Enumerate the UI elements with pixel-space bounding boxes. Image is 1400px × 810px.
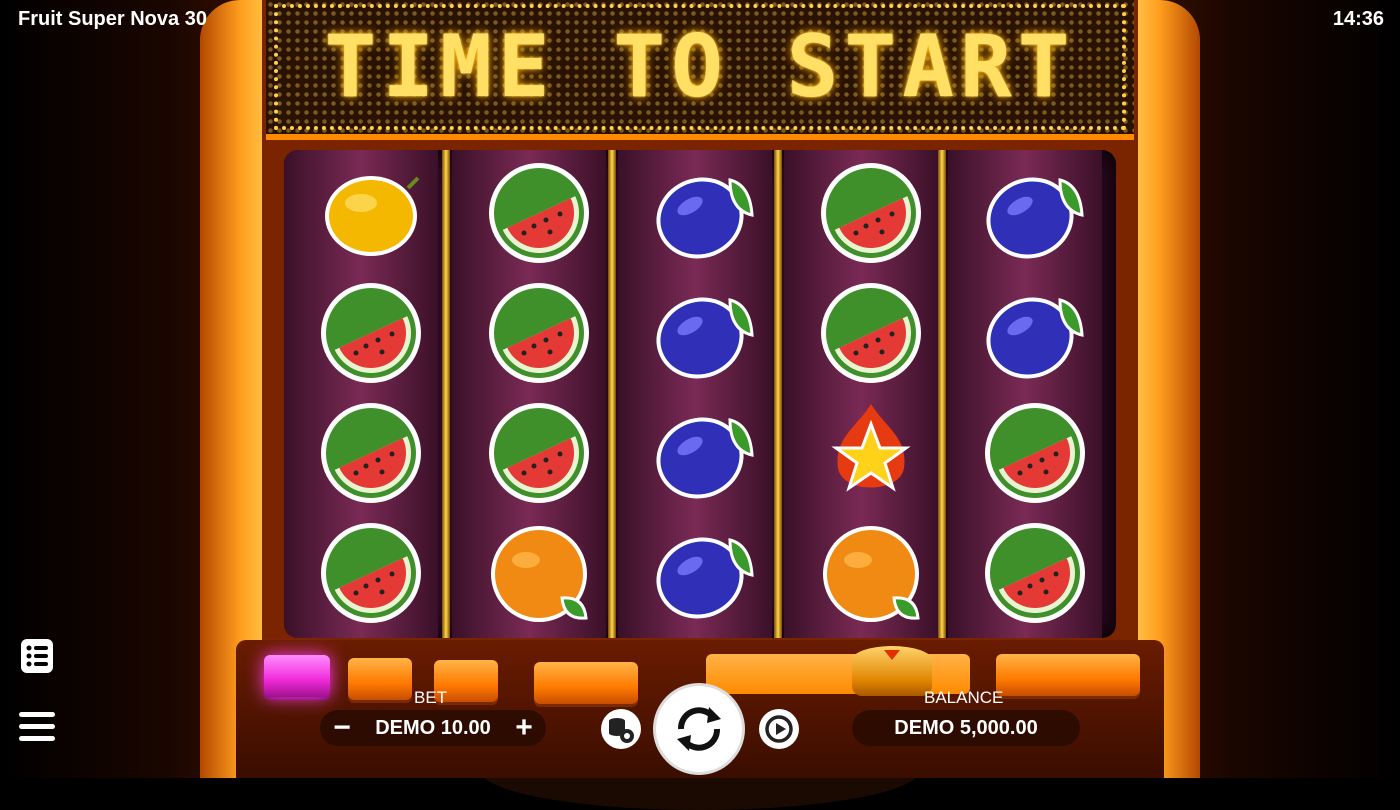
marquee-lights: TIME TO START bbox=[274, 4, 1126, 130]
marquee-text: TIME TO START bbox=[324, 17, 1076, 117]
watermelon-symbol bbox=[980, 398, 1090, 508]
reel-divider bbox=[608, 150, 616, 638]
menu-icon[interactable] bbox=[18, 710, 56, 744]
marquee-display: TIME TO START bbox=[266, 0, 1134, 140]
lemon-symbol bbox=[316, 158, 426, 268]
autoplay-icon[interactable] bbox=[758, 708, 800, 750]
watermelon-symbol bbox=[484, 158, 594, 268]
plum-symbol bbox=[650, 158, 760, 268]
plum-symbol bbox=[650, 518, 760, 628]
plum-symbol bbox=[650, 278, 760, 388]
reel-divider bbox=[442, 150, 450, 638]
clock: 14:36 bbox=[1332, 8, 1384, 30]
watermelon-symbol bbox=[484, 278, 594, 388]
plum-symbol bbox=[980, 278, 1090, 388]
watermelon-symbol bbox=[980, 518, 1090, 628]
plum-symbol bbox=[650, 398, 760, 508]
panel-button-1[interactable] bbox=[348, 658, 412, 700]
watermelon-symbol bbox=[816, 158, 926, 268]
watermelon-symbol bbox=[816, 278, 926, 388]
watermelon-symbol bbox=[316, 278, 426, 388]
balance-display: DEMO 5,000.00 bbox=[852, 710, 1080, 746]
spin-button[interactable] bbox=[656, 686, 742, 772]
orange-symbol bbox=[484, 518, 594, 628]
reels-area bbox=[284, 150, 1116, 638]
bet-decrease-button[interactable]: − bbox=[324, 710, 360, 746]
reel-divider bbox=[774, 150, 782, 638]
paytable-icon[interactable] bbox=[20, 638, 54, 674]
plum-symbol bbox=[980, 158, 1090, 268]
watermelon-symbol bbox=[484, 398, 594, 508]
balance-label: BALANCE bbox=[924, 688, 1004, 707]
arrow-down-icon bbox=[884, 650, 900, 660]
bet-label: BET bbox=[414, 688, 448, 707]
bet-display: − DEMO 10.00 + bbox=[320, 710, 546, 746]
panel-button-3[interactable] bbox=[534, 662, 638, 704]
highlight-panel-button[interactable] bbox=[264, 655, 330, 697]
orange-symbol bbox=[816, 518, 926, 628]
coins-gear-icon[interactable] bbox=[600, 708, 642, 750]
reel-divider bbox=[938, 150, 946, 638]
star-symbol bbox=[816, 398, 926, 508]
panel-button-4[interactable] bbox=[996, 654, 1140, 696]
watermelon-symbol bbox=[316, 518, 426, 628]
watermelon-symbol bbox=[316, 398, 426, 508]
bet-value: DEMO 10.00 bbox=[375, 716, 491, 739]
game-title: Fruit Super Nova 30 bbox=[18, 8, 207, 30]
bet-increase-button[interactable]: + bbox=[506, 710, 542, 746]
balance-value: DEMO 5,000.00 bbox=[894, 716, 1038, 739]
spin-arrows-icon bbox=[677, 707, 721, 751]
